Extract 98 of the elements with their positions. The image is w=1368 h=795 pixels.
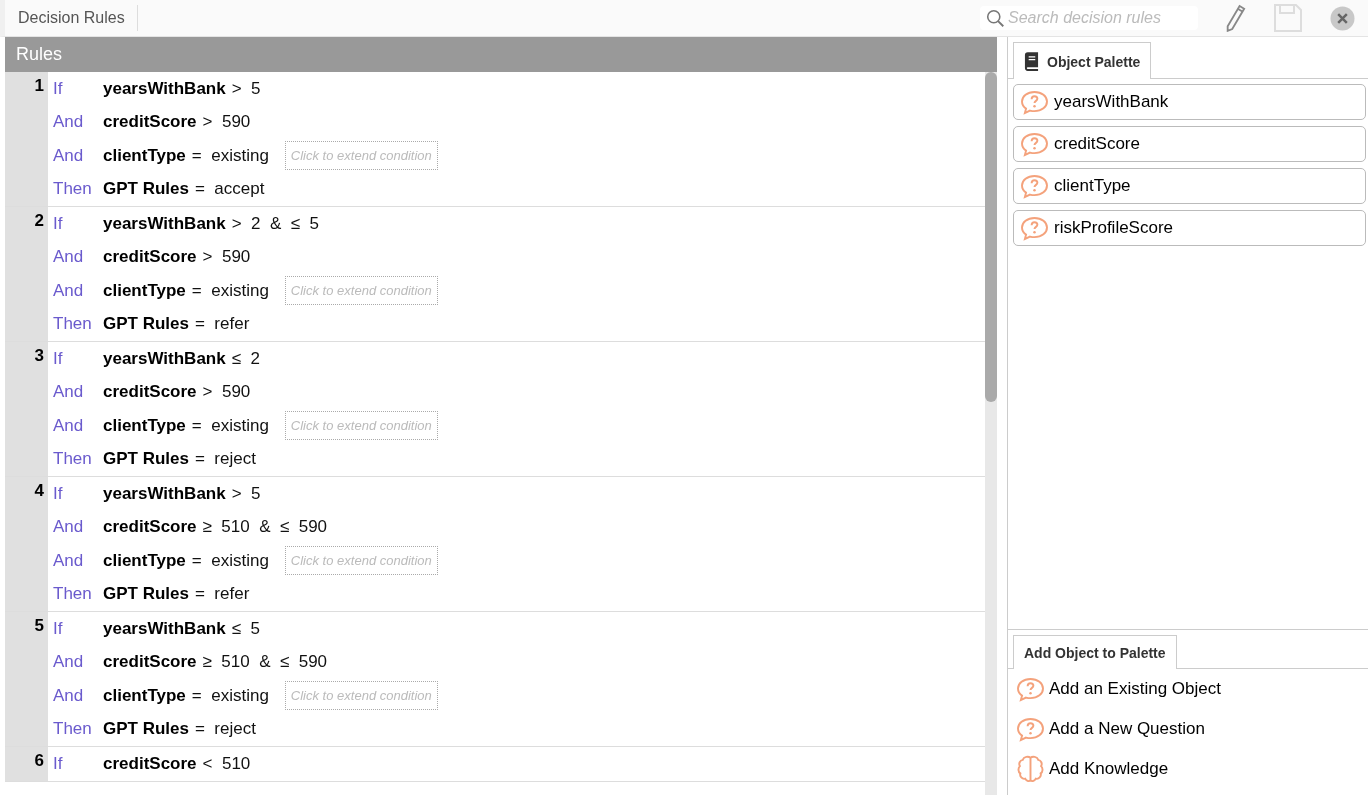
rule-keyword: If [53,753,64,774]
pencil-icon[interactable] [1224,4,1246,32]
attribute-name[interactable]: GPT Rules [103,584,189,605]
condition-expression[interactable]: = existing [191,145,269,166]
condition-expression[interactable]: = reject [194,719,256,740]
condition-expression[interactable]: = refer [194,314,250,335]
attribute-name[interactable]: GPT Rules [103,719,189,740]
rule-keyword: Then [53,314,93,335]
palette-object[interactable]: riskProfileScore [1013,210,1366,246]
rule-keyword: And [53,652,85,673]
rule-number: 1 [5,72,48,206]
attribute-name[interactable]: yearsWithBank [103,213,226,234]
search-field[interactable]: Search decision rules [980,6,1198,30]
rule-keyword: If [53,213,64,234]
rule-keyword: And [53,247,85,268]
attribute-name[interactable]: yearsWithBank [103,348,226,369]
condition-expression[interactable]: = existing [191,415,269,436]
condition-expression[interactable]: < 510 [202,753,251,774]
attribute-name[interactable]: creditScore [103,517,197,538]
attribute-name[interactable]: creditScore [103,382,197,403]
condition-expression[interactable]: > 590 [202,112,251,133]
condition-expression[interactable]: = reject [194,449,256,470]
palette-object[interactable]: yearsWithBank [1013,84,1366,120]
question-bubble-icon [1020,131,1049,157]
condition-expression[interactable]: > 2 & ≤ 5 [231,213,319,234]
rule-keyword: If [53,78,64,99]
close-icon[interactable] [1330,5,1355,31]
question-bubble-icon [1020,173,1049,199]
attribute-name[interactable]: creditScore [103,112,197,133]
condition-expression[interactable]: = accept [194,179,265,200]
rule-keyword: And [53,415,85,436]
tab-label: Object Palette [1047,53,1141,70]
attribute-name[interactable]: yearsWithBank [103,78,226,99]
condition-expression[interactable]: = existing [191,550,269,571]
book-icon [1024,52,1039,71]
condition-expression[interactable]: > 590 [202,247,251,268]
rule-number: 2 [5,207,48,341]
rule-keyword: Then [53,449,93,470]
scrollbar[interactable] [985,72,997,795]
rule-keyword: And [53,112,85,133]
brain-icon [1016,754,1045,784]
panel-header: Rules [5,37,997,72]
object-palette-tab[interactable]: Object Palette [1013,42,1152,79]
action-link[interactable]: Add Knowledge [1049,759,1169,779]
attribute-name[interactable]: creditScore [103,247,197,268]
condition-expression[interactable]: > 5 [231,483,261,504]
rule-keyword: And [53,685,85,706]
object-name: yearsWithBank [1054,92,1169,112]
rule-number: 5 [5,612,48,746]
rule-keyword: If [53,483,64,504]
rule-keyword: If [53,348,64,369]
attribute-name[interactable]: clientType [103,145,186,166]
add-object-tab[interactable]: Add Object to Palette [1013,635,1177,669]
attribute-name[interactable]: GPT Rules [103,314,189,335]
rule-keyword: And [53,280,85,301]
palette-object[interactable]: clientType [1013,168,1366,204]
action-link[interactable]: Add a New Question [1049,719,1205,739]
rule-number: 4 [5,477,48,611]
attribute-name[interactable]: GPT Rules [103,179,189,200]
rule-keyword: And [53,517,85,538]
attribute-name[interactable]: creditScore [103,652,197,673]
action-link[interactable]: Add an Existing Object [1049,679,1221,699]
object-name: clientType [1054,176,1131,196]
attribute-name[interactable]: yearsWithBank [103,483,226,504]
rule-keyword: And [53,550,85,571]
condition-expression[interactable]: > 5 [231,78,261,99]
condition-expression[interactable]: = existing [191,685,269,706]
rule-number: 6 [5,747,48,781]
attribute-name[interactable]: clientType [103,685,186,706]
page-title: Decision Rules [5,5,138,31]
attribute-name[interactable]: clientType [103,415,186,436]
condition-expression[interactable]: = refer [194,584,250,605]
condition-expression[interactable]: ≤ 5 [231,618,260,639]
attribute-name[interactable]: GPT Rules [103,449,189,470]
attribute-name[interactable]: yearsWithBank [103,618,226,639]
attribute-name[interactable]: creditScore [103,753,197,774]
condition-expression[interactable]: ≥ 510 & ≤ 590 [202,517,328,538]
question-bubble-icon [1020,89,1049,115]
attribute-name[interactable]: clientType [103,280,186,301]
rule-keyword: And [53,145,85,166]
rule-keyword: Then [53,719,93,740]
question-bubble-icon [1016,716,1045,742]
condition-expression[interactable]: ≥ 510 & ≤ 590 [202,652,328,673]
attribute-name[interactable]: clientType [103,550,186,571]
object-name: creditScore [1054,134,1140,154]
question-bubble-icon [1020,215,1049,241]
rule-keyword: Then [53,179,93,200]
rule-keyword: If [53,618,64,639]
condition-expression[interactable]: = existing [191,280,269,301]
rule-keyword: And [53,382,85,403]
question-bubble-icon [1016,676,1045,702]
rule-number: 3 [5,342,48,476]
rule-keyword: Then [53,584,93,605]
palette-object[interactable]: creditScore [1013,126,1366,162]
search-icon [986,7,1005,29]
condition-expression[interactable]: ≤ 2 [231,348,260,369]
condition-expression[interactable]: > 590 [202,382,251,403]
object-name: riskProfileScore [1054,218,1174,238]
